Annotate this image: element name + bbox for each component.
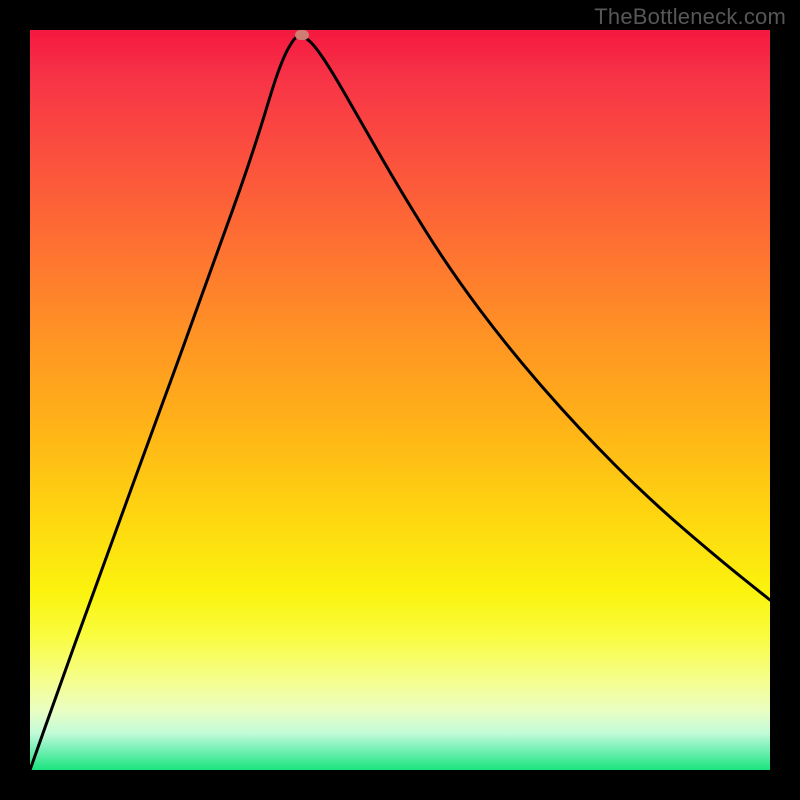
bottleneck-curve [30, 30, 770, 770]
watermark-text: TheBottleneck.com [594, 4, 786, 30]
chart-stage: TheBottleneck.com [0, 0, 800, 800]
optimal-point-marker [295, 30, 309, 40]
plot-area [30, 30, 770, 770]
